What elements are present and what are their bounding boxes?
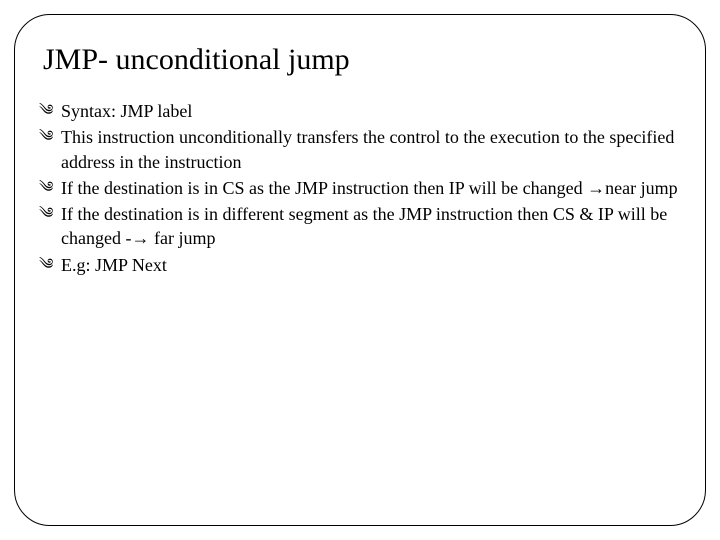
bullet-icon: ༄ <box>39 255 53 275</box>
bullet-icon: ༄ <box>39 178 53 198</box>
bullet-text: E.g: JMP Next <box>61 255 167 275</box>
bullet-icon: ༄ <box>39 101 53 121</box>
list-item: ༄ If the destination is in CS as the JMP… <box>39 176 681 200</box>
list-item: ༄ If the destination is in different seg… <box>39 202 681 251</box>
bullet-text: Syntax: JMP label <box>61 101 192 121</box>
list-item: ༄ This instruction unconditionally trans… <box>39 125 681 174</box>
bullet-text: If the destination is in different segme… <box>61 204 667 248</box>
slide-title: JMP- unconditional jump <box>43 43 681 77</box>
list-item: ༄ E.g: JMP Next <box>39 253 681 277</box>
slide-frame: JMP- unconditional jump ༄ Syntax: JMP la… <box>14 14 706 526</box>
bullet-text: If the destination is in CS as the JMP i… <box>61 178 678 198</box>
bullet-list: ༄ Syntax: JMP label ༄ This instruction u… <box>39 99 681 277</box>
bullet-icon: ༄ <box>39 127 53 147</box>
bullet-text: This instruction unconditionally transfe… <box>61 127 674 171</box>
list-item: ༄ Syntax: JMP label <box>39 99 681 123</box>
bullet-icon: ༄ <box>39 204 53 224</box>
